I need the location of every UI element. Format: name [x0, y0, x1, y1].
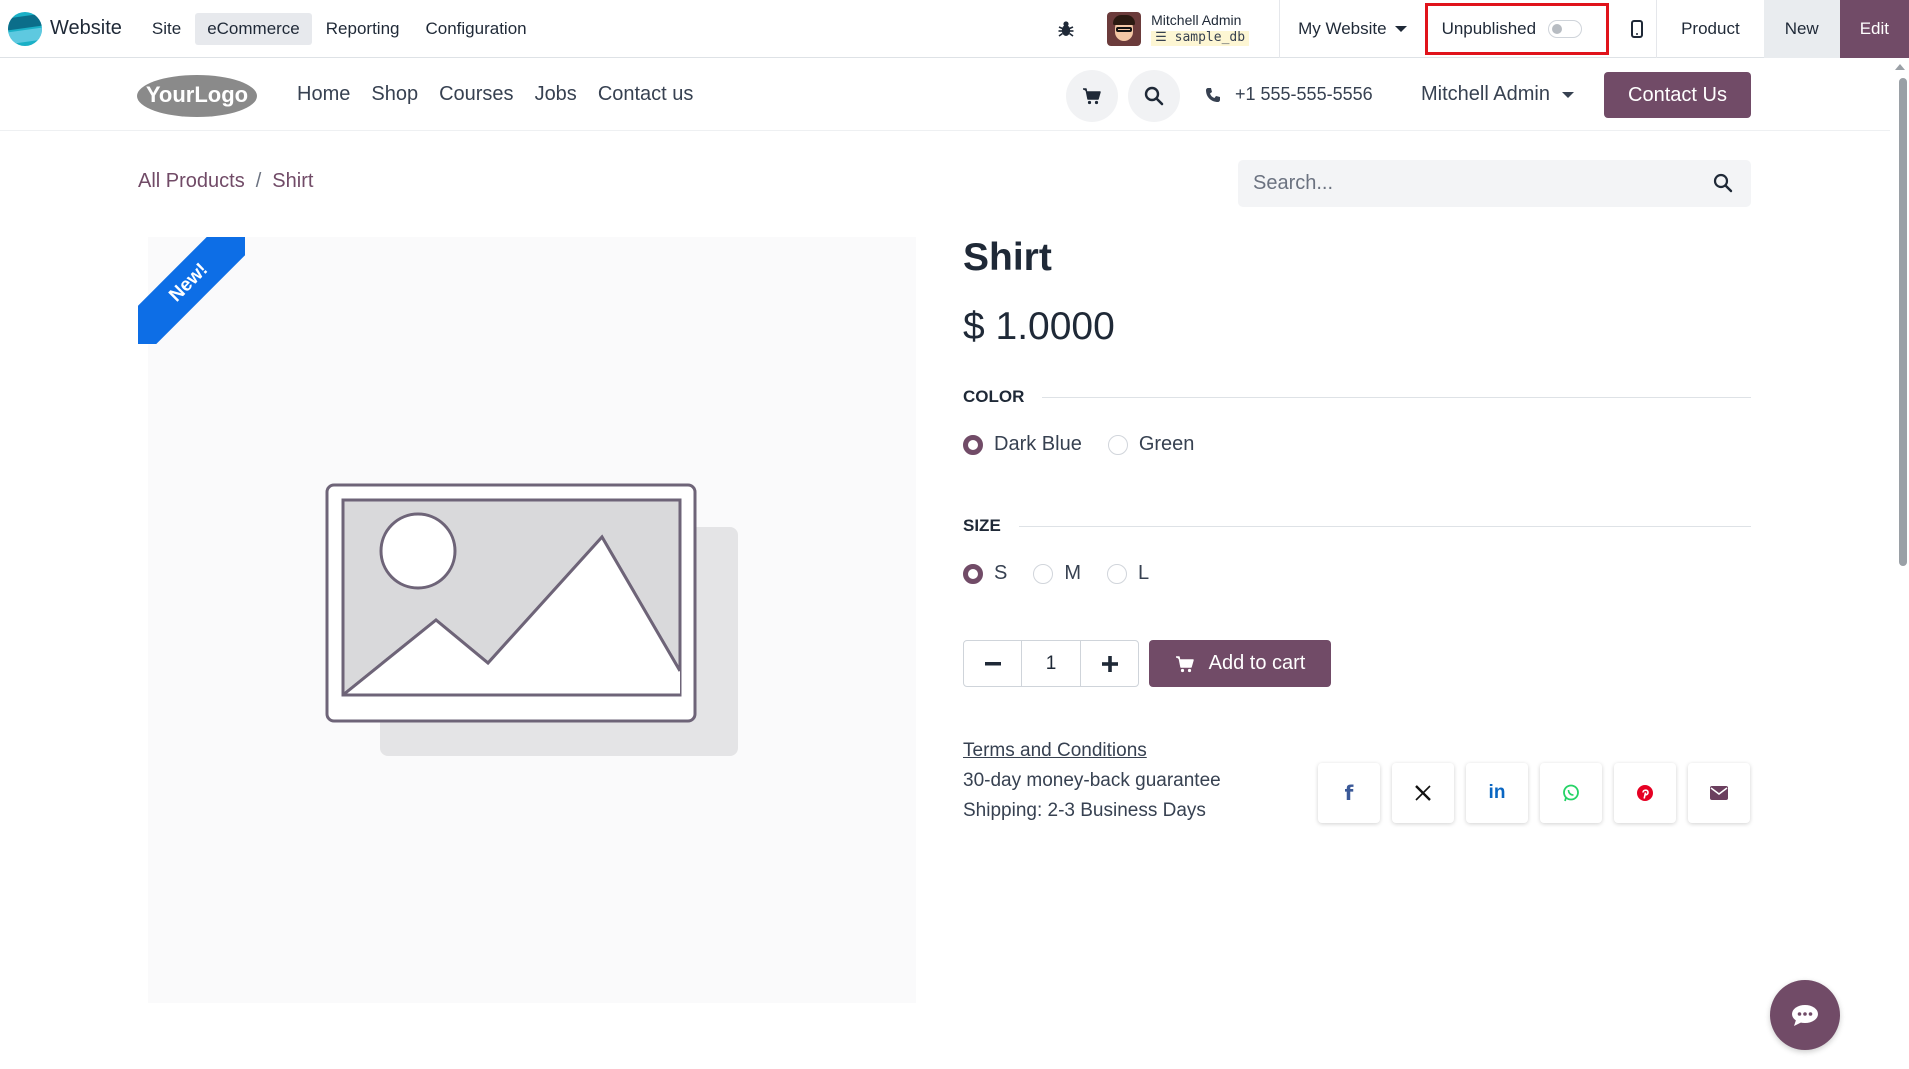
cart-icon	[1083, 88, 1101, 105]
attribute-color-heading: COLOR	[963, 387, 1751, 407]
terms-and-conditions-link[interactable]: Terms and Conditions	[963, 740, 1147, 762]
size-option-l[interactable]: L	[1107, 562, 1149, 585]
radio-unchecked[interactable]	[1107, 434, 1128, 455]
facebook-icon: f	[1344, 781, 1354, 805]
logo-text: YourLogo	[146, 82, 248, 107]
x-twitter-icon	[1415, 785, 1431, 801]
image-placeholder-icon	[325, 483, 738, 756]
database-badge: ☰ sample_db	[1151, 29, 1250, 46]
radio-checked[interactable]	[963, 434, 983, 455]
mobile-preview-icon[interactable]	[1617, 0, 1658, 58]
search-icon[interactable]	[1713, 173, 1733, 193]
header-search-button[interactable]	[1128, 70, 1180, 122]
product-button[interactable]: Product	[1657, 0, 1764, 58]
share-x-button[interactable]	[1392, 763, 1454, 823]
live-chat-button[interactable]	[1770, 980, 1840, 1050]
publish-toggle-highlighted[interactable]: Unpublished	[1424, 3, 1610, 55]
site-logo[interactable]: YourLogo	[136, 71, 258, 119]
chevron-down-icon	[1394, 26, 1407, 32]
nav-jobs[interactable]: Jobs	[535, 83, 577, 106]
minus-icon	[984, 661, 1001, 665]
chevron-down-icon	[1561, 91, 1574, 98]
header-user-menu[interactable]: Mitchell Admin	[1421, 58, 1574, 131]
new-button[interactable]: New	[1763, 0, 1840, 58]
app-menu: Site eCommerce Reporting Configuration	[140, 0, 541, 58]
product-title: Shirt	[963, 236, 1052, 279]
admin-navbar: Website Site eCommerce Reporting Configu…	[0, 0, 1909, 58]
main-nav: Home Shop Courses Jobs Contact us	[297, 58, 714, 131]
quantity-input[interactable]: 1	[1021, 641, 1081, 686]
guarantee-text: 30-day money-back guarantee	[963, 770, 1221, 791]
breadcrumb-separator: /	[255, 170, 262, 192]
site-header: YourLogo Home Shop Courses Jobs Contact …	[0, 58, 1890, 131]
menu-configuration[interactable]: Configuration	[414, 13, 539, 45]
shipping-text: Shipping: 2-3 Business Days	[963, 800, 1206, 821]
chat-icon	[1792, 1005, 1818, 1026]
share-facebook-button[interactable]: f	[1318, 763, 1380, 823]
product-price: $ 1.0000	[963, 305, 1115, 348]
color-option-dark-blue[interactable]: Dark Blue	[963, 433, 1082, 456]
linkedin-icon: in	[1488, 782, 1506, 803]
cart-icon	[1175, 655, 1194, 672]
search-icon	[1144, 86, 1164, 106]
share-buttons: f in	[1318, 763, 1762, 823]
search-input[interactable]	[1238, 172, 1678, 195]
whatsapp-icon	[1563, 784, 1579, 802]
admin-bar-right: Mitchell Admin ☰ sample_db My Website Un…	[1051, 0, 1909, 58]
debug-bug-icon[interactable]	[1051, 20, 1081, 38]
product-search	[1238, 160, 1751, 207]
menu-site[interactable]: Site	[140, 13, 193, 45]
scroll-thumb[interactable]	[1899, 78, 1907, 566]
user-avatar	[1107, 12, 1142, 46]
color-option-green[interactable]: Green	[1107, 433, 1194, 456]
nav-home[interactable]: Home	[297, 83, 350, 106]
menu-ecommerce[interactable]: eCommerce	[195, 12, 312, 45]
email-icon	[1710, 786, 1728, 800]
menu-reporting[interactable]: Reporting	[314, 13, 412, 45]
share-whatsapp-button[interactable]	[1540, 763, 1602, 823]
breadcrumb-all-products[interactable]: All Products	[138, 170, 245, 193]
user-menu[interactable]: Mitchell Admin ☰ sample_db	[1107, 0, 1281, 58]
cart-button[interactable]	[1066, 70, 1118, 122]
radio-unchecked[interactable]	[1033, 563, 1054, 584]
radio-checked[interactable]	[963, 563, 983, 584]
pinterest-icon	[1637, 785, 1653, 801]
database-icon: ☰	[1155, 29, 1167, 45]
share-linkedin-button[interactable]: in	[1466, 763, 1528, 823]
radio-unchecked[interactable]	[1107, 563, 1128, 584]
color-options: Dark Blue Green	[963, 433, 1220, 456]
app-name: Website	[50, 17, 122, 39]
phone-number: +1 555-555-5556	[1235, 84, 1373, 104]
size-options: S M L	[963, 562, 1175, 585]
edit-button[interactable]: Edit	[1839, 0, 1909, 58]
breadcrumb-current: Shirt	[272, 170, 314, 192]
plus-icon	[1101, 655, 1118, 672]
publish-switch[interactable]	[1548, 20, 1583, 38]
attribute-size-heading: SIZE	[963, 516, 1751, 536]
nav-contact-us[interactable]: Contact us	[598, 83, 694, 106]
share-pinterest-button[interactable]	[1614, 763, 1676, 823]
user-name: Mitchell Admin	[1151, 12, 1242, 29]
odoo-website-app-icon	[8, 11, 42, 46]
ribbon-label: New!	[138, 237, 245, 344]
quantity-stepper: 1	[963, 640, 1139, 687]
publish-status-label: Unpublished	[1441, 19, 1537, 38]
add-to-cart-button[interactable]: Add to cart	[1149, 640, 1331, 687]
quantity-decrease-button[interactable]	[964, 641, 1021, 686]
nav-shop[interactable]: Shop	[371, 83, 418, 106]
quantity-increase-button[interactable]	[1081, 641, 1138, 686]
size-option-s[interactable]: S	[963, 562, 1007, 585]
website-switcher[interactable]: My Website	[1280, 0, 1425, 58]
size-option-m[interactable]: M	[1033, 562, 1081, 585]
scroll-up-arrow-icon[interactable]	[1895, 64, 1905, 70]
app-brand[interactable]: Website	[0, 0, 140, 58]
new-ribbon: New!	[138, 237, 245, 344]
phone-icon	[1206, 87, 1220, 102]
contact-us-button[interactable]: Contact Us	[1604, 72, 1751, 118]
breadcrumb: All Products / Shirt	[138, 170, 313, 193]
nav-courses[interactable]: Courses	[439, 83, 513, 106]
header-phone[interactable]: +1 555-555-5556	[1205, 58, 1373, 131]
share-email-button[interactable]	[1688, 763, 1750, 823]
page-scrollbar[interactable]	[1890, 58, 1909, 1069]
